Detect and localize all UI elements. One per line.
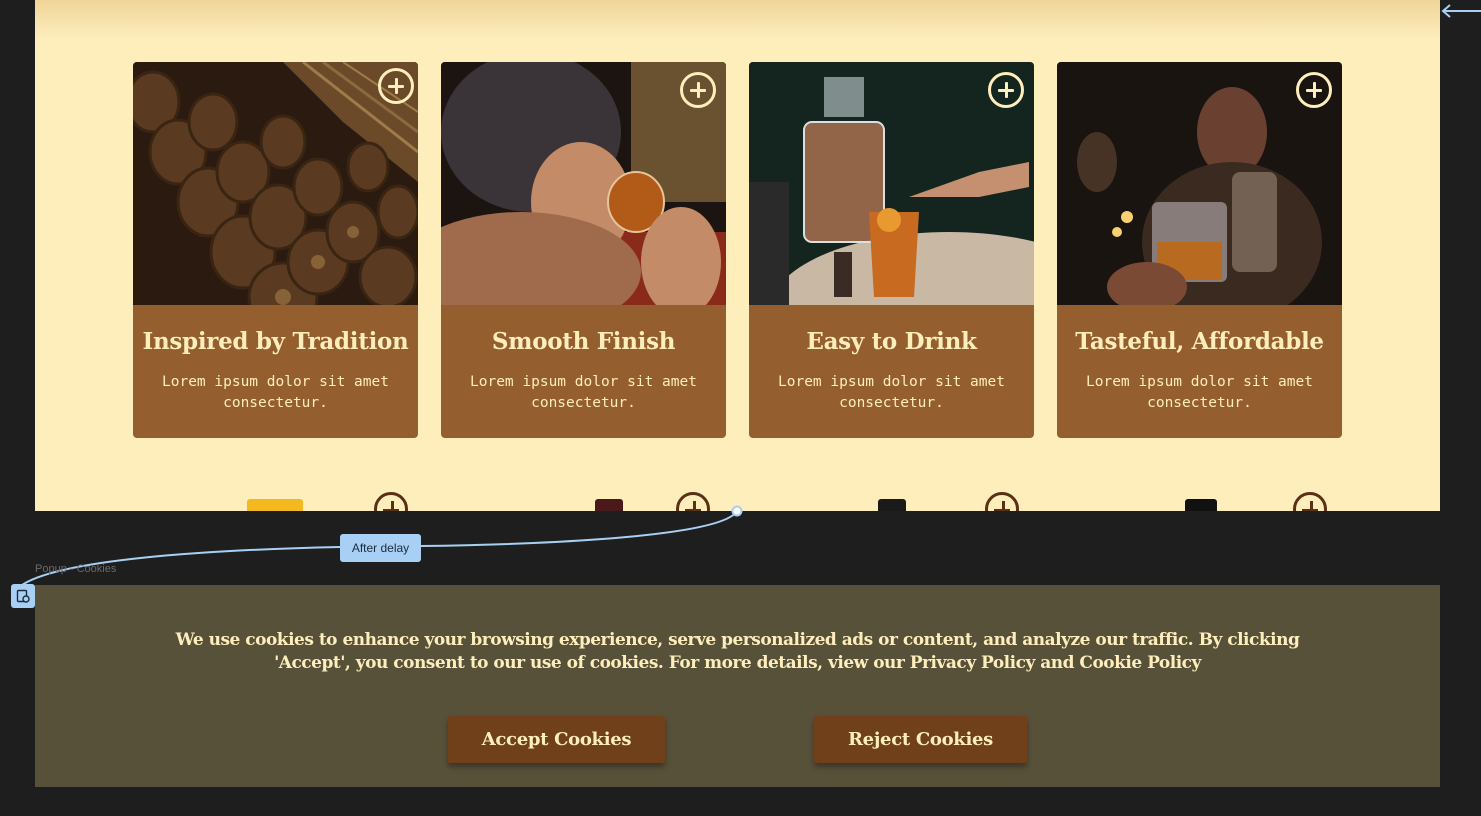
add-circle-icon[interactable] [988, 72, 1024, 108]
card-description: Lorem ipsum dolor sit amet consectetur. [470, 374, 697, 411]
cookie-consent-message: We use cookies to enhance your browsing … [175, 630, 1300, 673]
cookie-popup: We use cookies to enhance your browsing … [35, 585, 1440, 787]
feature-card-smooth: Smooth Finish Lorem ipsum dolor sit amet… [441, 62, 726, 438]
product-bottle-4 [1185, 499, 1217, 511]
card-description: Lorem ipsum dolor sit amet consectetur. [778, 374, 1005, 411]
card-description: Lorem ipsum dolor sit amet consectetur. [1086, 374, 1313, 411]
add-circle-icon[interactable] [378, 68, 414, 104]
feature-card-tradition: Inspired by Tradition Lorem ipsum dolor … [133, 62, 418, 438]
overlay-frame-icon[interactable] [11, 584, 35, 608]
add-circle-icon[interactable] [1296, 72, 1332, 108]
interaction-trigger-label[interactable]: After delay [340, 534, 421, 562]
frame-name-label[interactable]: Popup - Cookies [35, 563, 116, 575]
reject-cookies-button[interactable]: Reject Cookies [814, 716, 1027, 763]
accept-cookies-button[interactable]: Accept Cookies [448, 716, 665, 763]
card-title: Inspired by Tradition [142, 328, 409, 355]
feature-card-affordable: Tasteful, Affordable Lorem ipsum dolor s… [1057, 62, 1342, 438]
feature-card-easy: Easy to Drink Lorem ipsum dolor sit amet… [749, 62, 1034, 438]
product-bottle-2 [595, 499, 623, 511]
product-bottle-3 [878, 499, 906, 511]
add-circle-icon[interactable] [680, 72, 716, 108]
card-description: Lorem ipsum dolor sit amet consectetur. [162, 374, 389, 411]
add-circle-icon[interactable] [676, 492, 710, 511]
card-title: Smooth Finish [491, 328, 676, 355]
add-circle-icon[interactable] [1293, 492, 1327, 511]
card-title: Easy to Drink [806, 328, 977, 355]
add-circle-icon[interactable] [985, 492, 1019, 511]
product-bottle-1 [247, 499, 303, 511]
add-circle-icon[interactable] [374, 492, 408, 511]
card-photo-barrels [133, 62, 418, 305]
card-title: Tasteful, Affordable [1075, 328, 1324, 355]
landing-frame: Inspired by Tradition Lorem ipsum dolor … [35, 0, 1440, 511]
